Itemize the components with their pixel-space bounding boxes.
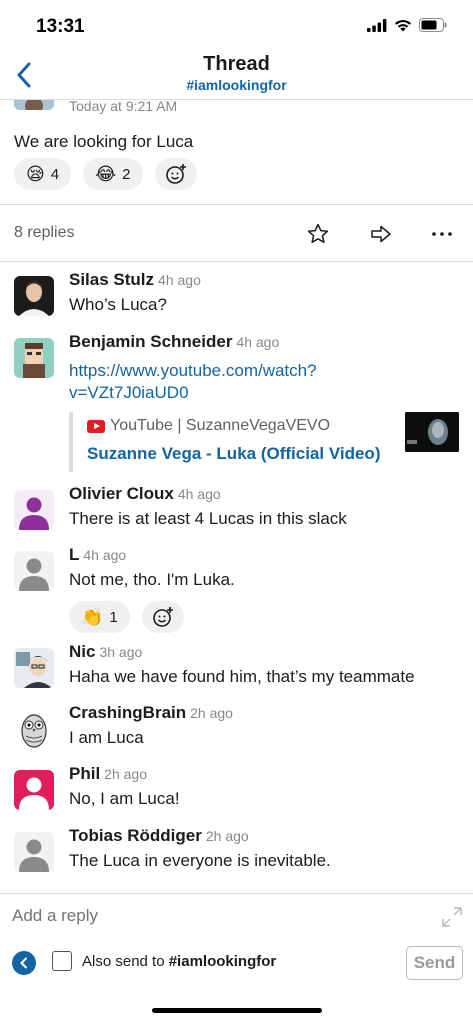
message-header: Benjamin Schneider 4h ago: [69, 332, 279, 352]
avatar: [14, 276, 54, 316]
youtube-logo-icon: [87, 419, 105, 433]
message-text: The Luca in everyone is inevitable.: [69, 851, 331, 870]
battery-icon: [419, 18, 447, 32]
avatar: [14, 648, 54, 688]
avatar: [14, 770, 54, 810]
message-header: Phil 2h ago: [69, 764, 147, 784]
link-line: v=VZt7J0iaUD0: [69, 383, 189, 402]
message-header: Tobias Röddiger 2h ago: [69, 826, 249, 846]
link-preview[interactable]: YouTube | SuzanneVegaVEVO Suzanne Vega -…: [69, 412, 459, 472]
share-button[interactable]: [368, 221, 394, 247]
status-bar: 13:31: [0, 0, 473, 50]
author-name[interactable]: L: [69, 545, 79, 564]
star-icon: [307, 223, 329, 244]
message-time: 2h ago: [205, 828, 249, 844]
avatar: [14, 709, 54, 749]
avatar: [14, 832, 54, 872]
message-time: 4h ago: [158, 272, 201, 288]
author-name[interactable]: Nic: [69, 642, 95, 661]
reaction-count: 2: [122, 165, 131, 183]
status-icons: [367, 18, 447, 32]
avatar: [14, 490, 54, 530]
tears-of-joy-emoji: 😂: [95, 163, 117, 185]
author-name[interactable]: Olivier Cloux: [69, 484, 174, 503]
author-name[interactable]: CrashingBrain: [69, 703, 186, 722]
sleepy-face-emoji: 😪: [26, 163, 45, 185]
share-arrow-icon: [371, 225, 391, 243]
page-title: Thread: [203, 53, 270, 75]
also-send-channel: #iamlookingfor: [168, 953, 277, 970]
message-header: Nic 3h ago: [69, 642, 142, 662]
avatar: [14, 100, 54, 110]
author-name[interactable]: Silas Stulz: [69, 270, 154, 289]
status-time: 13:31: [36, 16, 85, 37]
message-header: CrashingBrain 2h ago: [69, 703, 233, 723]
message-time: Today at 9:21 AM: [69, 100, 178, 114]
preview-source-label: YouTube | SuzanneVegaVEVO: [110, 417, 331, 434]
message-header: Silas Stulz 4h ago: [69, 270, 201, 290]
author-name[interactable]: Phil: [69, 764, 100, 783]
add-emoji-icon: [165, 164, 186, 184]
replies-count: 8 replies: [14, 224, 75, 241]
add-reaction-button[interactable]: [154, 158, 197, 190]
reply-input[interactable]: [12, 906, 412, 926]
author-name[interactable]: Benjamin Schneider: [69, 332, 232, 351]
expand-arrows-icon: [442, 907, 462, 927]
message-header: L 4h ago: [69, 545, 126, 565]
avatar: [14, 551, 54, 591]
message-time: 4h ago: [177, 486, 221, 502]
replies-bar: 8 replies: [0, 205, 473, 262]
reaction-count: 1: [109, 608, 118, 626]
thread-header: Thread #iamlookingfor: [0, 50, 473, 100]
reaction-count: 4: [50, 165, 60, 183]
channel-name-link[interactable]: #iamlookingfor: [0, 77, 473, 93]
clapping-hands-emoji: 👏: [81, 606, 104, 628]
reaction-joy[interactable]: 😂 2: [83, 158, 143, 190]
also-send-prefix: Also send to: [82, 953, 169, 970]
reply-composer: Also send to #iamlookingfor Send: [0, 893, 473, 1023]
reaction-clap[interactable]: 👏 1: [69, 601, 130, 633]
message-text: I am Luca: [69, 728, 144, 747]
youtube-link[interactable]: https://www.youtube.com/watch? v=VZt7J0i…: [69, 360, 317, 404]
author-name[interactable]: Tobias Röddiger: [69, 826, 202, 845]
reaction-sleepy[interactable]: 😪 4: [14, 158, 72, 190]
message-text: Not me, tho. I'm Luka.: [69, 570, 235, 589]
message-text: We are looking for Luca: [14, 132, 194, 151]
add-emoji-icon: [152, 607, 173, 627]
home-indicator: [152, 1008, 322, 1013]
link-line: https://www.youtube.com/watch?: [69, 361, 317, 380]
message-time: 2h ago: [104, 766, 147, 782]
more-dots-icon: [432, 232, 452, 236]
message-text: Haha we have found him, that’s my teamma…: [69, 667, 415, 686]
parent-message: Today at 9:21 AM We are looking for Luca…: [0, 100, 473, 205]
expand-button[interactable]: [441, 906, 463, 928]
message-time: 2h ago: [190, 705, 233, 721]
signal-icon: [367, 18, 387, 32]
message-time: 4h ago: [83, 547, 127, 563]
preview-title[interactable]: Suzanne Vega - Luka (Official Video): [87, 444, 380, 464]
add-reaction-button[interactable]: [141, 601, 184, 633]
also-send-checkbox[interactable]: [52, 951, 72, 971]
star-button[interactable]: [305, 221, 331, 247]
more-button[interactable]: [429, 221, 455, 247]
wifi-icon: [395, 19, 411, 31]
reactions: 😪 4 😂 2: [14, 158, 197, 190]
also-send-label: Also send to #iamlookingfor: [82, 953, 276, 970]
message-text: There is at least 4 Lucas in this slack: [69, 509, 347, 528]
collapse-button[interactable]: [12, 951, 36, 975]
avatar: [14, 338, 54, 378]
video-thumbnail[interactable]: [405, 412, 459, 452]
message-text: No, I am Luca!: [69, 789, 180, 808]
send-button[interactable]: Send: [406, 946, 463, 980]
message-time: 3h ago: [99, 644, 143, 660]
reactions: 👏 1: [69, 601, 184, 633]
message-time: 4h ago: [236, 334, 280, 350]
message-text: Who’s Luca?: [69, 295, 167, 314]
message-header: Olivier Cloux 4h ago: [69, 484, 221, 504]
preview-source: YouTube | SuzanneVegaVEVO: [87, 417, 330, 435]
chevron-left-icon: [20, 957, 27, 969]
